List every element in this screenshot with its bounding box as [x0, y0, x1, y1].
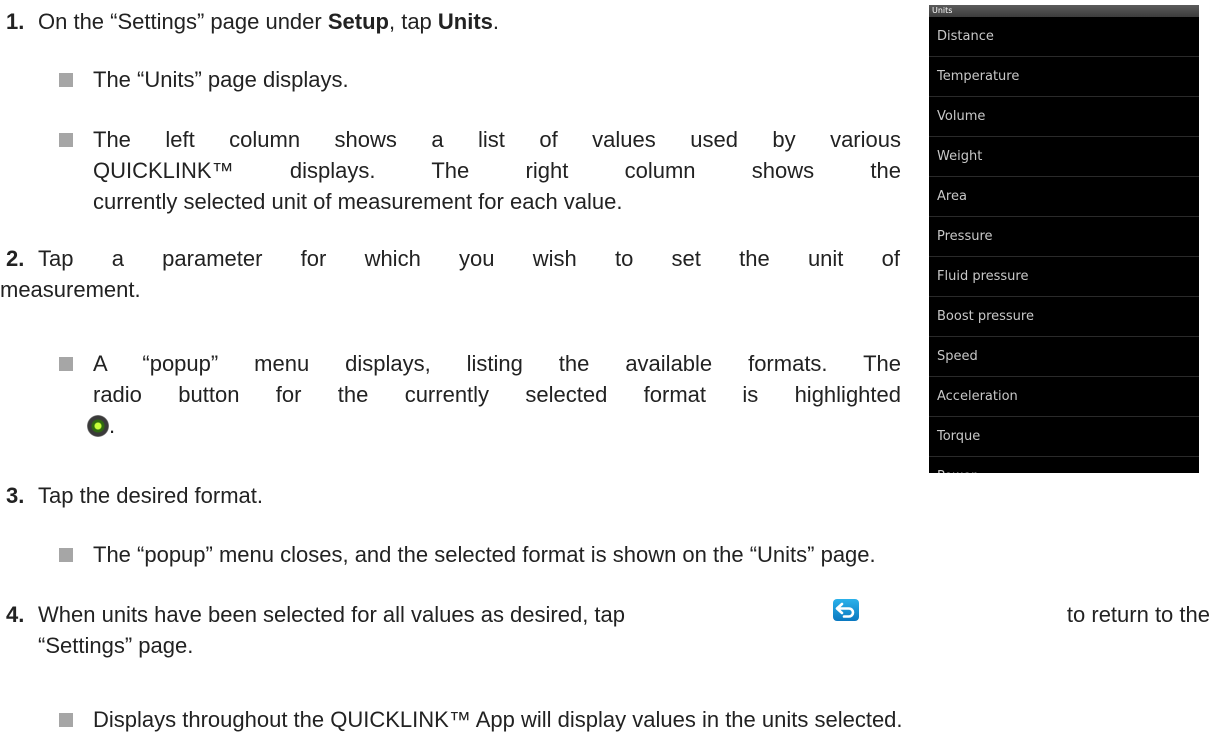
- units-list-item[interactable]: Pressure: [929, 217, 1199, 257]
- units-list-item[interactable]: Power: [929, 457, 1199, 473]
- bullet-square-icon: [59, 548, 73, 562]
- units-list-item[interactable]: Boost pressure: [929, 297, 1199, 337]
- step-number: 3.: [6, 483, 25, 508]
- units-list-item[interactable]: Distance: [929, 17, 1199, 57]
- units-list-item[interactable]: Volume: [929, 97, 1199, 137]
- units-list-item[interactable]: Torque: [929, 417, 1199, 457]
- bullet-square-icon: [59, 357, 73, 371]
- units-title-bar: Units: [929, 5, 1199, 17]
- units-list: Distance Temperature Volume Weight Area Press…: [929, 17, 1199, 473]
- units-list-item[interactable]: Speed: [929, 337, 1199, 377]
- radio-line: .: [87, 410, 115, 441]
- units-list-item[interactable]: Area: [929, 177, 1199, 217]
- units-list-item[interactable]: Fluid pressure: [929, 257, 1199, 297]
- back-arrow-icon: [832, 599, 859, 621]
- bullet-square-icon: [59, 133, 73, 147]
- units-list-item[interactable]: Acceleration: [929, 377, 1199, 417]
- step-number: 2.: [6, 246, 25, 271]
- units-list-item[interactable]: Weight: [929, 137, 1199, 177]
- step-text: On the “Settings” page under Setup, tap …: [38, 9, 500, 34]
- step-number: 4.: [6, 602, 25, 627]
- units-screen-screenshot: Units Distance Temperature Volume Weight Are…: [929, 5, 1199, 473]
- bullet-square-icon: [59, 713, 73, 727]
- bullet-square-icon: [59, 73, 73, 87]
- radio-selected-icon: [87, 415, 109, 437]
- step-number: 1.: [6, 9, 25, 34]
- units-list-item[interactable]: Temperature: [929, 57, 1199, 97]
